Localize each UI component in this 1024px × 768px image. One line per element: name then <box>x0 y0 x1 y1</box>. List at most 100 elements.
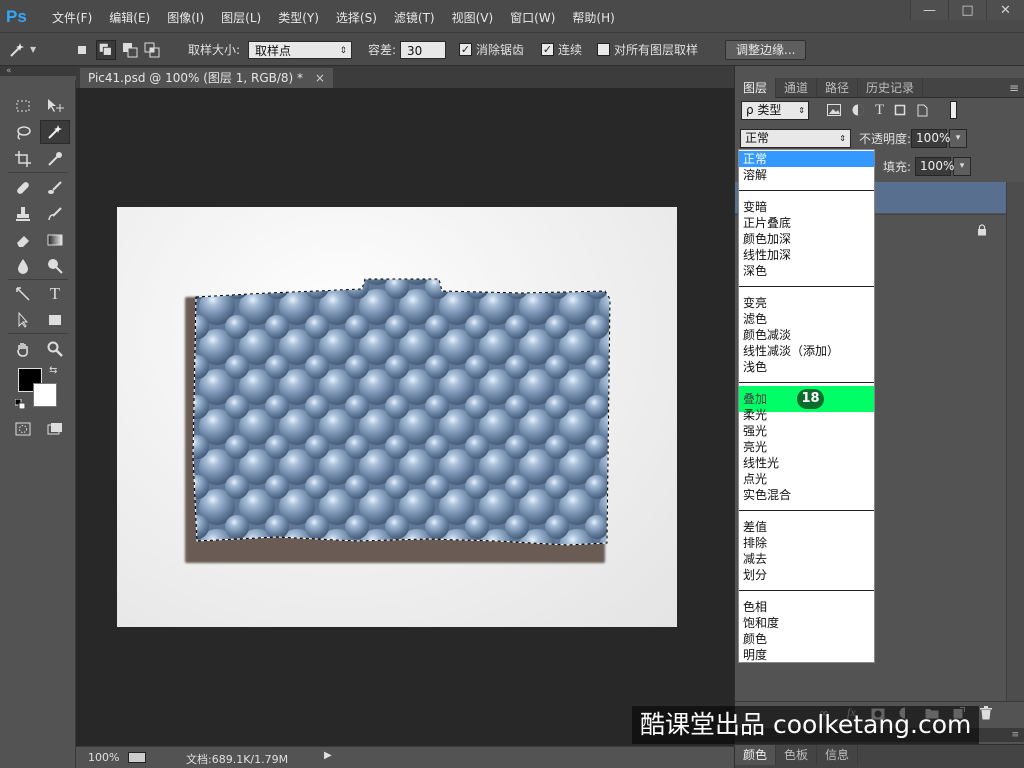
all-layers-checkbox[interactable] <box>597 43 610 56</box>
blend-option-dissolve[interactable]: 溶解 <box>739 167 874 183</box>
blend-option-color-dodge[interactable]: 颜色减淡 <box>739 327 874 343</box>
canvas-area[interactable] <box>76 88 734 746</box>
blend-option-normal[interactable]: 正常 <box>739 151 874 167</box>
status-menu-arrow-icon[interactable]: ▶ <box>324 750 332 761</box>
selected-card-image[interactable] <box>117 207 677 627</box>
menu-type[interactable]: 类型(Y) <box>278 9 319 26</box>
blend-option-hard-mix[interactable]: 实色混合 <box>739 487 874 503</box>
shape-icon[interactable] <box>894 104 906 116</box>
default-colors-icon[interactable] <box>14 398 26 410</box>
blend-option-lighter-color[interactable]: 浅色 <box>739 359 874 375</box>
tolerance-input[interactable]: 30 <box>400 40 447 59</box>
tab-layers[interactable]: 图层 <box>735 78 777 98</box>
smart-object-icon[interactable] <box>916 104 928 117</box>
anti-alias-option[interactable]: ✓ 消除锯齿 <box>459 33 524 66</box>
toolbar-collapse-strip[interactable]: « <box>0 66 76 76</box>
refine-edge-button[interactable]: 调整边缘... <box>725 39 807 60</box>
menu-window[interactable]: 窗口(W) <box>510 9 555 26</box>
contiguous-checkbox[interactable]: ✓ <box>541 43 554 56</box>
type-tool[interactable]: T <box>40 282 70 306</box>
blend-option-darker-color[interactable]: 深色 <box>739 263 874 279</box>
type-icon[interactable]: T <box>875 102 884 119</box>
subtract-from-selection-icon[interactable] <box>122 42 138 58</box>
move-tool[interactable] <box>40 94 70 118</box>
tool-preset-picker[interactable]: ▼ <box>8 33 36 66</box>
quick-mask-button[interactable] <box>8 417 38 441</box>
crop-tool[interactable] <box>8 147 38 171</box>
dodge-tool[interactable] <box>40 254 70 278</box>
image-icon[interactable] <box>827 104 841 116</box>
pen-tool[interactable] <box>8 282 38 306</box>
menu-file[interactable]: 文件(F) <box>52 9 92 26</box>
tab-info[interactable]: 信息 <box>817 745 859 765</box>
blend-option-difference[interactable]: 差值 <box>739 519 874 535</box>
tab-channels[interactable]: 通道 <box>776 78 818 98</box>
adjustment-icon[interactable] <box>852 104 864 116</box>
zoom-level[interactable]: 100% <box>88 751 119 764</box>
blend-option-linear-burn[interactable]: 线性加深 <box>739 247 874 263</box>
menu-help[interactable]: 帮助(H) <box>572 9 614 26</box>
blend-option-subtract[interactable]: 减去 <box>739 551 874 567</box>
close-tab-icon[interactable]: × <box>315 71 325 85</box>
blend-option-hard-light[interactable]: 强光 <box>739 423 874 439</box>
menu-filter[interactable]: 滤镜(T) <box>394 9 435 26</box>
menu-image[interactable]: 图像(I) <box>167 9 204 26</box>
close-button[interactable]: ✕ <box>986 0 1024 20</box>
gradient-tool[interactable] <box>40 228 70 252</box>
document-tab[interactable]: Pic41.psd @ 100% (图层 1, RGB/8) * × <box>80 68 333 88</box>
anti-alias-checkbox[interactable]: ✓ <box>459 43 472 56</box>
fill-dropdown-icon[interactable]: ▾ <box>953 156 972 176</box>
swap-colors-icon[interactable]: ⇆ <box>49 365 57 376</box>
blend-option-color[interactable]: 颜色 <box>739 631 874 647</box>
layers-scrollbar[interactable] <box>1006 182 1024 701</box>
path-selection-tool[interactable] <box>8 308 38 332</box>
maximize-button[interactable]: □ <box>948 0 986 20</box>
marquee-tool[interactable] <box>8 94 38 118</box>
healing-brush-tool[interactable] <box>8 176 38 200</box>
add-to-selection-icon[interactable] <box>96 39 116 60</box>
sample-size-select[interactable]: 取样点 ⇕ <box>248 40 353 59</box>
blend-option-soft-light[interactable]: 柔光 <box>739 407 874 423</box>
filter-toggle-switch[interactable] <box>950 101 958 119</box>
blend-option-lighten[interactable]: 变亮 <box>739 295 874 311</box>
blend-option-multiply[interactable]: 正片叠底 <box>739 215 874 231</box>
blend-option-hue[interactable]: 色相 <box>739 599 874 615</box>
menu-select[interactable]: 选择(S) <box>336 9 377 26</box>
magic-wand-tool[interactable] <box>40 120 70 144</box>
opacity-input[interactable]: 100% <box>911 128 950 148</box>
blend-option-linear-dodge[interactable]: 线性减淡（添加） <box>739 343 874 359</box>
delete-layer-icon[interactable] <box>980 706 992 720</box>
panel-menu-icon[interactable]: ≡ <box>923 78 1024 97</box>
menu-view[interactable]: 视图(V) <box>452 9 494 26</box>
new-selection-icon[interactable] <box>74 42 90 58</box>
blend-option-darken[interactable]: 变暗 <box>739 199 874 215</box>
tab-paths[interactable]: 路径 <box>817 78 859 98</box>
rectangle-tool[interactable] <box>40 308 70 332</box>
intersect-selection-icon[interactable] <box>144 42 160 58</box>
hand-tool[interactable] <box>8 337 38 361</box>
zoom-tool[interactable] <box>40 337 70 361</box>
tab-swatches[interactable]: 色板 <box>776 745 818 765</box>
history-brush-tool[interactable] <box>40 202 70 226</box>
blend-option-screen[interactable]: 滤色 <box>739 311 874 327</box>
tab-color[interactable]: 颜色 <box>735 745 777 765</box>
clone-stamp-tool[interactable] <box>8 202 38 226</box>
tab-history[interactable]: 历史记录 <box>858 78 924 98</box>
blend-option-linear-light[interactable]: 线性光 <box>739 455 874 471</box>
menu-edit[interactable]: 编辑(E) <box>109 9 150 26</box>
blend-option-color-burn[interactable]: 颜色加深 <box>739 231 874 247</box>
eyedropper-tool[interactable] <box>40 147 70 171</box>
photo-canvas[interactable] <box>117 207 677 627</box>
blend-option-divide[interactable]: 划分 <box>739 567 874 583</box>
brush-tool[interactable] <box>40 176 70 200</box>
eraser-tool[interactable] <box>8 228 38 252</box>
contiguous-option[interactable]: ✓ 连续 <box>541 33 582 66</box>
status-preview-icon[interactable] <box>128 752 146 763</box>
screen-mode-button[interactable] <box>40 417 70 441</box>
blend-option-vivid-light[interactable]: 亮光 <box>739 439 874 455</box>
blend-mode-select[interactable]: 正常 ⇕ <box>740 128 851 148</box>
background-color-swatch[interactable] <box>33 383 57 407</box>
blend-option-luminosity[interactable]: 明度 <box>739 647 874 663</box>
blend-option-pin-light[interactable]: 点光 <box>739 471 874 487</box>
blend-option-saturation[interactable]: 饱和度 <box>739 615 874 631</box>
